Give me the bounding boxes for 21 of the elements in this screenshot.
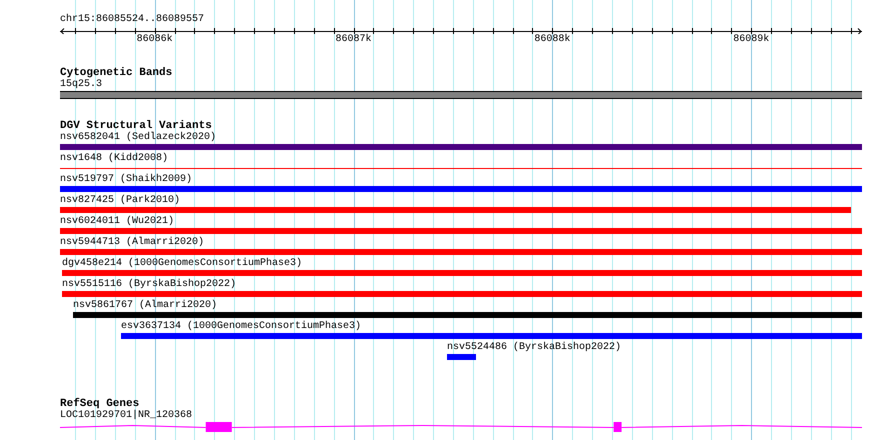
feature-label: nsv6582041 (Sedlazeck2020) [60,132,216,144]
feature-label: nsv6024011 (Wu2021) [60,216,174,228]
tick-label: 86086k [136,34,173,46]
feature-label: nsv1648 (Kidd2008) [60,153,168,165]
feature-label: nsv5524486 (ByrskaBishop2022) [447,342,622,354]
track-title: Cytogenetic Bands [60,67,172,79]
region-label: chr15:86085524..86089557 [60,14,204,25]
feature-label: nsv5861767 (Almarri2020) [73,300,218,312]
feature-label: nsv519797 (Shaikh2009) [60,174,192,186]
tick-label: 86088k [534,34,570,46]
track-title: RefSeq Genes [60,398,140,410]
tick-label: 86089k [733,34,770,46]
tick-label: 86087k [336,34,372,46]
track-title: DGV Structural Variants [60,120,212,132]
feature-label: nsv5515116 (ByrskaBishop2022) [62,279,236,291]
band-label: 15q25.3 [60,79,102,90]
feature-label: nsv827425 (Park2010) [60,195,180,207]
feature-label: nsv5944713 (Almarri2020) [60,237,204,249]
feature-label: esv3637134 (1000GenomesConsortiumPhase3) [121,321,362,333]
gene-label: LOC101929701|NR_120368 [60,410,192,421]
feature-label: dgv458e214 (1000GenomesConsortiumPhase3) [62,258,302,270]
